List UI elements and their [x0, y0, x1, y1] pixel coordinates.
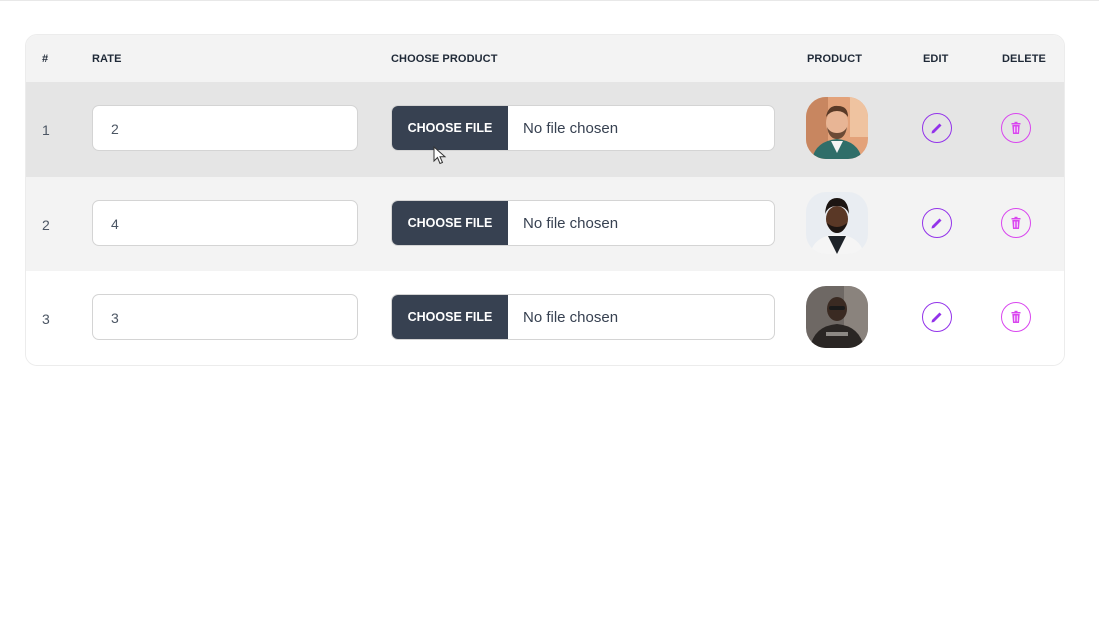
- trash-icon: [1011, 310, 1021, 323]
- pencil-icon: [931, 123, 942, 134]
- file-status: No file chosen: [523, 215, 619, 232]
- header-edit: EDIT: [923, 53, 949, 65]
- pencil-icon: [931, 312, 942, 323]
- delete-button[interactable]: [1001, 208, 1031, 238]
- file-status: No file chosen: [523, 120, 619, 137]
- edit-button[interactable]: [922, 208, 952, 238]
- header-delete: DELETE: [1002, 53, 1046, 65]
- product-image: [806, 192, 868, 254]
- edit-button[interactable]: [922, 113, 952, 143]
- product-image: [806, 97, 868, 159]
- table-row: 1 2 CHOOSE FILE No file chosen: [26, 82, 1064, 177]
- trash-icon: [1011, 121, 1021, 134]
- mouse-pointer-icon: [433, 146, 447, 165]
- file-input[interactable]: CHOOSE FILE No file chosen: [391, 105, 775, 151]
- header-rate: RATE: [92, 53, 122, 65]
- header-choose-product: CHOOSE PRODUCT: [391, 53, 498, 65]
- choose-file-button[interactable]: CHOOSE FILE: [392, 295, 508, 339]
- file-status: No file chosen: [523, 309, 619, 326]
- products-table: # RATE CHOOSE PRODUCT PRODUCT EDIT DELET…: [25, 34, 1065, 366]
- pencil-icon: [931, 218, 942, 229]
- table-row: 3 3 CHOOSE FILE No file chosen: [26, 271, 1064, 365]
- row-index: 2: [42, 217, 50, 233]
- file-input[interactable]: CHOOSE FILE No file chosen: [391, 200, 775, 246]
- top-divider: [0, 0, 1099, 1]
- header-index: #: [42, 53, 49, 65]
- choose-file-button[interactable]: CHOOSE FILE: [392, 106, 508, 150]
- choose-file-button[interactable]: CHOOSE FILE: [392, 201, 508, 245]
- rate-input[interactable]: 2: [92, 105, 358, 151]
- file-input[interactable]: CHOOSE FILE No file chosen: [391, 294, 775, 340]
- table-header: # RATE CHOOSE PRODUCT PRODUCT EDIT DELET…: [26, 35, 1064, 82]
- edit-button[interactable]: [922, 302, 952, 332]
- trash-icon: [1011, 216, 1021, 229]
- row-index: 1: [42, 122, 50, 138]
- product-image: [806, 286, 868, 348]
- rate-input[interactable]: 3: [92, 294, 358, 340]
- row-index: 3: [42, 311, 50, 327]
- rate-input[interactable]: 4: [92, 200, 358, 246]
- delete-button[interactable]: [1001, 302, 1031, 332]
- table-row: 2 4 CHOOSE FILE No file chosen: [26, 177, 1064, 271]
- header-product: PRODUCT: [807, 53, 863, 65]
- delete-button[interactable]: [1001, 113, 1031, 143]
